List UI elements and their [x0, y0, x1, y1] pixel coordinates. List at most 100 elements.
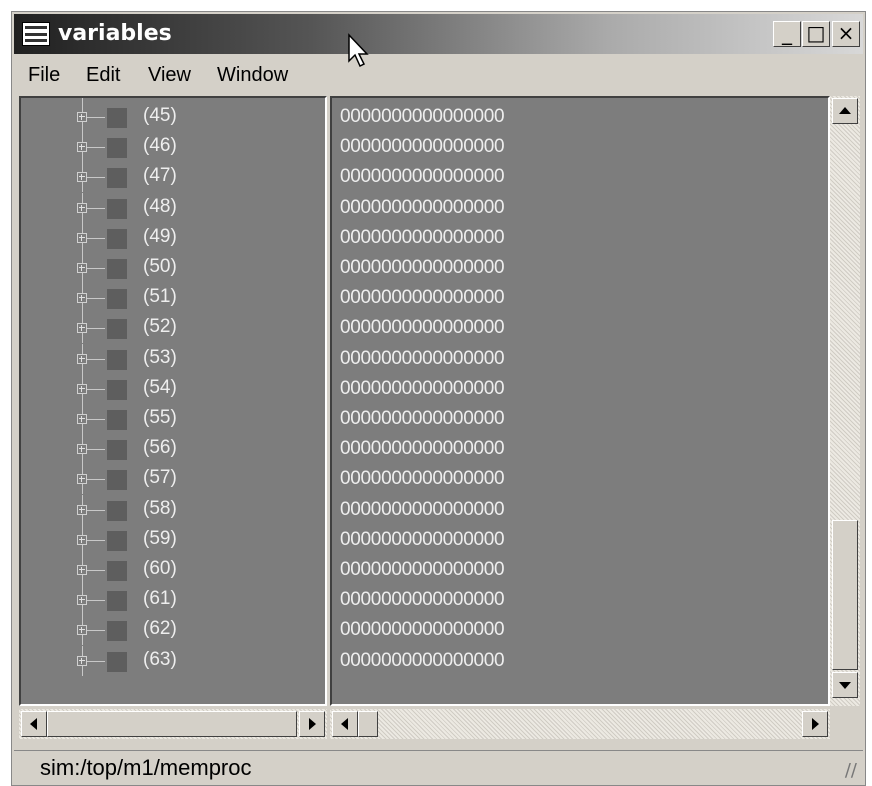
value-row[interactable]: 0000000000000000: [340, 102, 505, 132]
resize-grip-icon[interactable]: //: [845, 760, 857, 781]
expand-plus-icon[interactable]: [77, 323, 87, 334]
values-horizontal-scroll-thumb[interactable]: [358, 711, 378, 737]
tree-connector: [87, 630, 105, 632]
expand-plus-icon[interactable]: [77, 625, 87, 636]
tree-row[interactable]: (45): [21, 102, 325, 132]
tree-row[interactable]: (50): [21, 253, 325, 283]
close-button[interactable]: ×: [832, 21, 860, 47]
expand-plus-icon[interactable]: [77, 172, 87, 183]
menu-edit[interactable]: Edit: [86, 64, 120, 87]
tree-row-index: (50): [143, 256, 177, 277]
tree-row[interactable]: (49): [21, 222, 325, 253]
tree-row[interactable]: (61): [21, 585, 325, 616]
value-row[interactable]: 0000000000000000: [340, 555, 505, 585]
tree-row[interactable]: (53): [21, 343, 325, 374]
values-scroll-left-button[interactable]: [332, 711, 358, 737]
value-row[interactable]: 0000000000000000: [340, 253, 505, 283]
tree-row-index: (60): [143, 558, 177, 579]
tree-row-index: (45): [143, 105, 177, 126]
variable-values-pane[interactable]: 0000000000000000 0000000000000000 00000000…: [330, 96, 830, 706]
value-row[interactable]: 0000000000000000: [340, 404, 505, 434]
tree-connector: [87, 479, 105, 481]
tree-row[interactable]: (57): [21, 464, 325, 495]
tree-horizontal-scrollbar[interactable]: [19, 709, 327, 739]
vertical-scrollbar[interactable]: [830, 96, 860, 706]
tree-row[interactable]: (59): [21, 524, 325, 555]
tree-connector: [87, 237, 105, 239]
expand-plus-icon[interactable]: [77, 474, 87, 485]
expand-plus-icon[interactable]: [77, 414, 87, 424]
value-row[interactable]: 0000000000000000: [340, 615, 505, 645]
tree-row[interactable]: (58): [21, 494, 325, 525]
value-row[interactable]: 0000000000000000: [340, 374, 505, 404]
menu-view[interactable]: View: [148, 64, 191, 87]
value-row[interactable]: 0000000000000000: [340, 193, 505, 223]
values-horizontal-scrollbar[interactable]: [330, 709, 830, 739]
expand-plus-icon[interactable]: [77, 263, 87, 273]
value-row[interactable]: 0000000000000000: [340, 434, 505, 464]
scroll-down-button[interactable]: [832, 672, 858, 698]
vertical-scroll-thumb[interactable]: [832, 520, 858, 670]
value-row[interactable]: 0000000000000000: [340, 283, 505, 313]
value-row[interactable]: 0000000000000000: [340, 464, 505, 494]
value-row[interactable]: 0000000000000000: [340, 344, 505, 374]
tree-row-index: (47): [143, 165, 177, 187]
value-row[interactable]: 0000000000000000: [340, 223, 505, 253]
variable-type-icon: [107, 530, 127, 551]
value-row[interactable]: 0000000000000000: [340, 495, 505, 525]
expand-plus-icon[interactable]: [77, 112, 87, 122]
tree-row[interactable]: (46): [21, 132, 325, 163]
tree-horizontal-scroll-thumb[interactable]: [47, 711, 297, 737]
menu-bar: File Edit View Window: [14, 56, 863, 96]
tree-row[interactable]: (54): [21, 373, 325, 404]
tree-row[interactable]: (63): [21, 645, 325, 676]
expand-plus-icon[interactable]: [77, 534, 87, 545]
menu-window[interactable]: Window: [217, 64, 288, 87]
value-row[interactable]: 0000000000000000: [340, 313, 505, 343]
values-scroll-right-button[interactable]: [802, 711, 828, 737]
tree-scroll-left-button[interactable]: [21, 711, 47, 737]
expand-plus-icon[interactable]: [77, 444, 87, 455]
variable-type-icon: [107, 108, 127, 128]
tree-row[interactable]: (47): [21, 162, 325, 193]
variable-type-icon: [107, 500, 127, 521]
variable-type-icon: [107, 289, 127, 310]
tree-row[interactable]: (48): [21, 192, 325, 223]
tree-row-index: (46): [143, 135, 177, 157]
variable-type-icon: [107, 259, 127, 279]
value-row[interactable]: 0000000000000000: [340, 585, 505, 615]
tree-row-index: (61): [143, 588, 177, 610]
variable-type-icon: [107, 379, 127, 400]
tree-row[interactable]: (56): [21, 434, 325, 465]
tree-connector: [87, 509, 105, 511]
scroll-up-button[interactable]: [832, 98, 858, 124]
expand-plus-icon[interactable]: [77, 202, 87, 213]
expand-plus-icon[interactable]: [77, 142, 87, 153]
tree-row[interactable]: (52): [21, 313, 325, 344]
tree-scroll-right-button[interactable]: [299, 711, 325, 737]
expand-plus-icon[interactable]: [77, 565, 87, 575]
title-bar[interactable]: variables _ □ ×: [14, 14, 863, 54]
value-row[interactable]: 0000000000000000: [340, 132, 505, 162]
tree-row[interactable]: (60): [21, 555, 325, 585]
tree-row[interactable]: (51): [21, 283, 325, 314]
menu-file[interactable]: File: [28, 64, 60, 87]
value-row[interactable]: 0000000000000000: [340, 646, 505, 676]
expand-plus-icon[interactable]: [77, 293, 87, 304]
arrow-right-icon: [812, 718, 819, 730]
value-row[interactable]: 0000000000000000: [340, 162, 505, 192]
expand-plus-icon[interactable]: [77, 655, 87, 666]
minimize-button[interactable]: _: [773, 21, 801, 47]
expand-plus-icon[interactable]: [77, 504, 87, 515]
tree-row[interactable]: (62): [21, 615, 325, 646]
maximize-button[interactable]: □: [802, 21, 830, 47]
expand-plus-icon[interactable]: [77, 353, 87, 364]
variable-tree-pane[interactable]: (45) (46) (47) (48) (49) (50) (51) (52) (53) (54)…: [19, 96, 327, 706]
expand-plus-icon[interactable]: [77, 383, 87, 394]
expand-plus-icon[interactable]: [77, 595, 87, 606]
tree-row[interactable]: (55): [21, 404, 325, 434]
expand-plus-icon[interactable]: [77, 232, 87, 243]
value-row[interactable]: 0000000000000000: [340, 525, 505, 555]
app-window-icon[interactable]: [22, 22, 50, 46]
tree-row-index: (56): [143, 437, 177, 459]
